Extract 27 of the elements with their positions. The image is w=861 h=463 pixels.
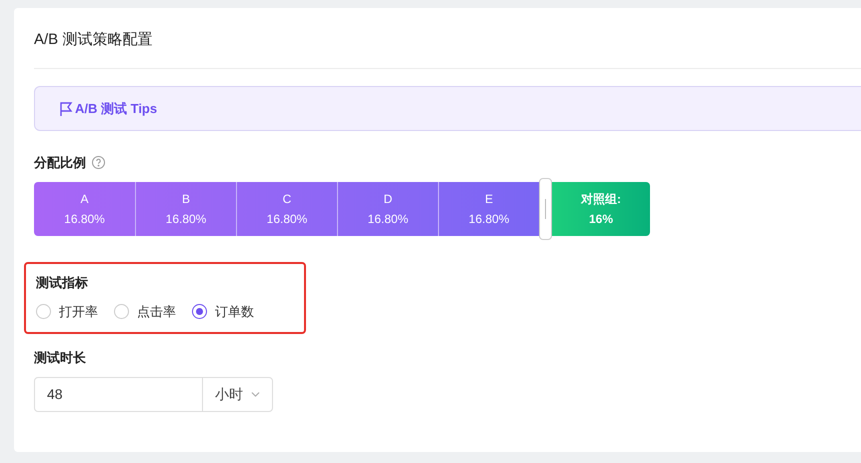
help-icon (92, 156, 105, 170)
duration-label: 测试时长 (34, 348, 86, 366)
group-name: B (182, 190, 190, 208)
card-title: A/B 测试策略配置 (34, 30, 152, 50)
group-name: A (80, 190, 88, 208)
group-share: 16.80% (266, 210, 308, 228)
control-share: 16% (588, 210, 614, 228)
group-name: E (484, 190, 493, 208)
group-share: 16.80% (166, 210, 206, 228)
metric-label: 测试指标 (36, 274, 88, 292)
radio-option[interactable]: 订单数 (192, 302, 254, 322)
control-name: 对照组: (581, 190, 621, 208)
group-share: 16.80% (64, 210, 105, 228)
radio-icon[interactable] (192, 304, 207, 320)
group-name: D (384, 190, 392, 208)
unit-select[interactable]: 小时 (203, 378, 272, 411)
split-handle[interactable] (539, 178, 552, 240)
radio-option[interactable]: 打开率 (36, 302, 98, 322)
duration-field[interactable]: 48 小时 (34, 377, 273, 412)
split-label: 分配比例 (34, 154, 86, 172)
flag-icon (59, 100, 73, 116)
group-share: 16.80% (468, 210, 510, 228)
duration-input[interactable]: 48 (35, 378, 203, 411)
group-name: C (282, 190, 292, 208)
tips-text: A/B 测试 Tips (75, 100, 158, 118)
group-share: 16.80% (368, 210, 408, 228)
radio-option[interactable]: 点击率 (114, 302, 176, 322)
